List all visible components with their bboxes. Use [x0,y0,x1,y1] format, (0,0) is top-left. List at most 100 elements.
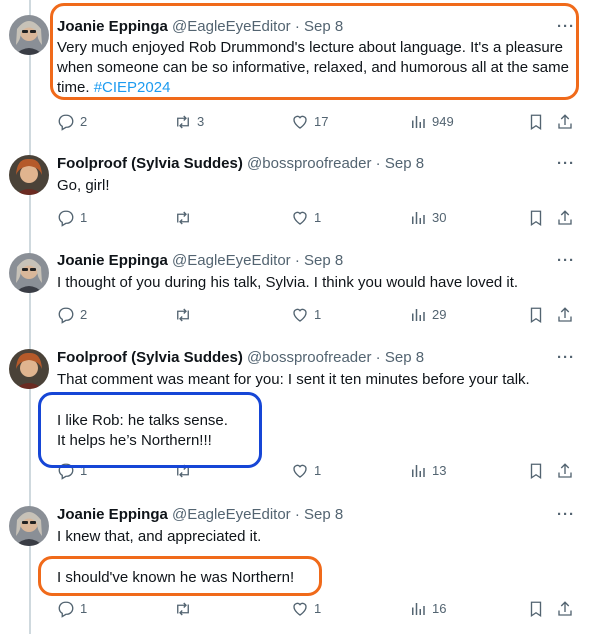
avatar[interactable] [9,349,49,389]
reply-button[interactable]: 1 [57,600,87,618]
action-bar: 1 1 16 [57,600,582,620]
tweet[interactable]: Foolproof (Sylvia Suddes) @bossproofread… [0,340,611,497]
like-button[interactable]: 17 [291,113,328,131]
bookmark-button[interactable] [527,209,550,227]
views-chart-icon [412,116,425,128]
like-button[interactable]: 1 [291,306,321,324]
share-icon [558,114,572,129]
tweet-header: Joanie Eppinga @EagleEyeEditor · Sep 8 [57,17,343,37]
tweet-header: Foolproof (Sylvia Suddes) @bossproofread… [57,154,424,174]
tweet[interactable]: Joanie Eppinga @EagleEyeEditor · Sep 8 ·… [0,497,611,634]
more-options-icon[interactable]: ··· [557,348,575,368]
like-button[interactable]: 1 [291,462,321,480]
user-handle[interactable]: @EagleEyeEditor [172,506,291,523]
bookmark-icon [530,114,542,131]
tweet-date[interactable]: Sep 8 [304,506,343,523]
views-chart-icon [412,212,425,224]
user-handle[interactable]: @bossproofreader [247,349,371,366]
bookmark-button[interactable] [527,306,550,324]
tweet-text: Very much enjoyed Rob Drummond's lecture… [57,38,577,98]
tweet-text-line: I should've known he was Northern! [57,569,295,586]
display-name[interactable]: Joanie Eppinga [57,252,168,269]
share-button[interactable] [556,462,579,480]
tweet-text: I knew that, and appreciated it. [57,528,262,545]
separator-dot: · [294,506,300,523]
views-chart-icon [412,603,425,615]
share-icon [558,307,572,322]
tweet-text: I thought of you during his talk, Sylvia… [57,274,519,291]
reply-button[interactable]: 1 [57,209,87,227]
like-button[interactable]: 1 [291,209,321,227]
tweet[interactable]: Foolproof (Sylvia Suddes) @bossproofread… [0,145,611,243]
like-count: 1 [314,307,322,322]
display-name[interactable]: Joanie Eppinga [57,18,168,35]
views-button[interactable]: 16 [409,600,446,618]
bookmark-button[interactable] [527,113,550,131]
tweet-text: Go, girl! [57,177,110,194]
repost-icon [177,115,189,129]
bookmark-button[interactable] [527,600,550,618]
views-count: 949 [432,114,454,129]
avatar[interactable] [9,155,49,195]
tweet[interactable]: Joanie Eppinga @EagleEyeEditor · Sep 8 ·… [0,0,611,145]
action-bar: 1 1 30 [57,209,582,229]
share-button[interactable] [556,306,579,324]
share-icon [558,463,572,478]
heart-icon [293,211,307,225]
reply-count: 1 [80,210,88,225]
tweet[interactable]: Joanie Eppinga @EagleEyeEditor · Sep 8 ·… [0,243,611,340]
user-handle[interactable]: @EagleEyeEditor [172,252,291,269]
user-handle[interactable]: @bossproofreader [247,155,371,172]
separator-dot: · [294,18,300,35]
tweet-date[interactable]: Sep 8 [304,18,343,35]
reply-button[interactable]: 2 [57,306,87,324]
avatar[interactable] [9,506,49,546]
reply-button[interactable]: 2 [57,113,87,131]
avatar[interactable] [9,253,49,293]
more-options-icon[interactable]: ··· [557,251,575,271]
share-icon [558,210,572,225]
tweet-date[interactable]: Sep 8 [385,349,424,366]
reply-button[interactable]: 1 [57,462,87,480]
like-count: 17 [314,114,329,129]
share-button[interactable] [556,209,579,227]
more-options-icon[interactable]: ··· [557,505,575,525]
reply-icon [58,463,74,480]
repost-button[interactable] [174,209,197,227]
bookmark-button[interactable] [527,462,550,480]
display-name[interactable]: Foolproof (Sylvia Suddes) [57,155,243,172]
views-button[interactable]: 13 [409,462,446,480]
bookmark-icon [530,307,542,324]
share-button[interactable] [556,113,579,131]
repost-icon [177,211,189,225]
user-handle[interactable]: @EagleEyeEditor [172,18,291,35]
display-name[interactable]: Foolproof (Sylvia Suddes) [57,349,243,366]
more-options-icon[interactable]: ··· [557,154,575,174]
more-options-icon[interactable]: ··· [557,17,575,37]
views-count: 13 [432,463,447,478]
like-count: 1 [314,601,322,616]
repost-button[interactable] [174,306,197,324]
views-button[interactable]: 30 [409,209,446,227]
views-button[interactable]: 949 [409,113,454,131]
separator-dot: · [375,155,381,172]
repost-button[interactable] [174,600,197,618]
repost-button[interactable]: 3 [174,113,204,131]
display-name[interactable]: Joanie Eppinga [57,506,168,523]
tweet-date[interactable]: Sep 8 [304,252,343,269]
action-bar: 2 3 17 949 [57,113,582,133]
separator-dot: · [294,252,300,269]
repost-count: 3 [197,114,205,129]
views-count: 30 [432,210,447,225]
avatar[interactable] [9,15,49,55]
repost-button[interactable] [174,462,197,480]
share-button[interactable] [556,600,579,618]
heart-icon [293,308,307,322]
reply-icon [58,601,74,618]
repost-icon [177,308,189,322]
views-button[interactable]: 29 [409,306,446,324]
like-button[interactable]: 1 [291,600,321,618]
separator-dot: · [375,349,381,366]
tweet-date[interactable]: Sep 8 [385,155,424,172]
hashtag-link[interactable]: #CIEP2024 [94,79,171,96]
